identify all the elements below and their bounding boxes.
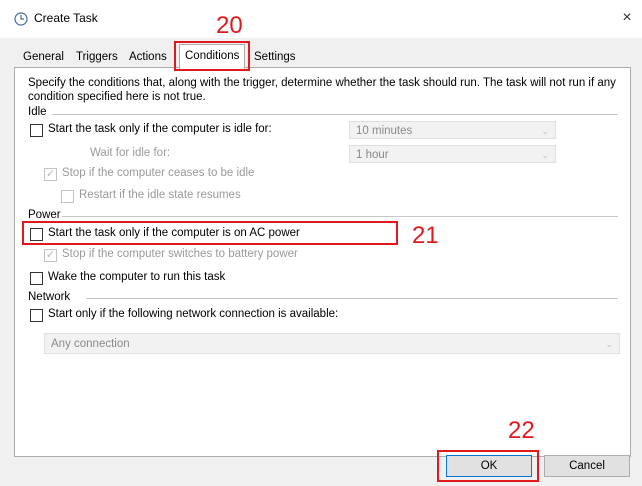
idle-duration-value: 10 minutes (356, 125, 413, 137)
network-checkbox[interactable] (30, 309, 43, 322)
idle-divider (52, 114, 618, 115)
start-if-idle-label: Start the task only if the computer is i… (48, 123, 272, 135)
cancel-button[interactable]: Cancel (544, 455, 630, 477)
annotation-marker-20: 20 (216, 12, 243, 39)
annotation-marker-22: 22 (508, 417, 535, 444)
ok-button-highlight (437, 450, 539, 482)
network-section-label: Network (28, 291, 71, 303)
chevron-down-icon: ⌄ (541, 150, 549, 160)
window-title: Create Task (34, 11, 98, 25)
chevron-down-icon: ⌄ (605, 339, 613, 349)
tab-general[interactable]: General (20, 47, 67, 67)
restart-if-idle-label: Restart if the idle state resumes (79, 189, 241, 201)
idle-section-label: Idle (28, 106, 47, 118)
task-scheduler-icon (14, 12, 28, 26)
battery-stop-checkbox[interactable]: ✓ (44, 249, 57, 262)
annotation-marker-21: 21 (412, 222, 439, 249)
network-divider (86, 298, 618, 299)
battery-stop-label: Stop if the computer switches to battery… (62, 248, 298, 260)
chevron-down-icon: ⌄ (541, 126, 549, 136)
network-connection-value: Any connection (51, 338, 130, 350)
power-divider (62, 216, 618, 217)
wait-for-idle-label: Wait for idle for: (90, 147, 171, 159)
stop-if-not-idle-label: Stop if the computer ceases to be idle (62, 167, 255, 179)
stop-if-not-idle-checkbox[interactable]: ✓ (44, 168, 57, 181)
close-icon[interactable]: × (617, 8, 637, 28)
tab-actions[interactable]: Actions (126, 47, 170, 67)
tab-settings[interactable]: Settings (251, 47, 299, 67)
ac-power-highlight (22, 221, 398, 245)
wake-label: Wake the computer to run this task (48, 271, 226, 283)
idle-duration-combo[interactable]: 10 minutes ⌄ (349, 121, 556, 139)
network-label: Start only if the following network conn… (48, 308, 339, 320)
restart-if-idle-checkbox[interactable] (61, 190, 74, 203)
wake-checkbox[interactable] (30, 272, 43, 285)
start-if-idle-checkbox[interactable] (30, 124, 43, 137)
wait-for-idle-combo[interactable]: 1 hour ⌄ (349, 145, 556, 163)
power-section-label: Power (28, 209, 61, 221)
tab-conditions[interactable]: Conditions (179, 44, 246, 69)
wait-for-idle-value: 1 hour (356, 149, 389, 161)
conditions-description: Specify the conditions that, along with … (28, 77, 616, 103)
network-connection-combo[interactable]: Any connection ⌄ (44, 333, 620, 354)
tab-triggers[interactable]: Triggers (73, 47, 121, 67)
